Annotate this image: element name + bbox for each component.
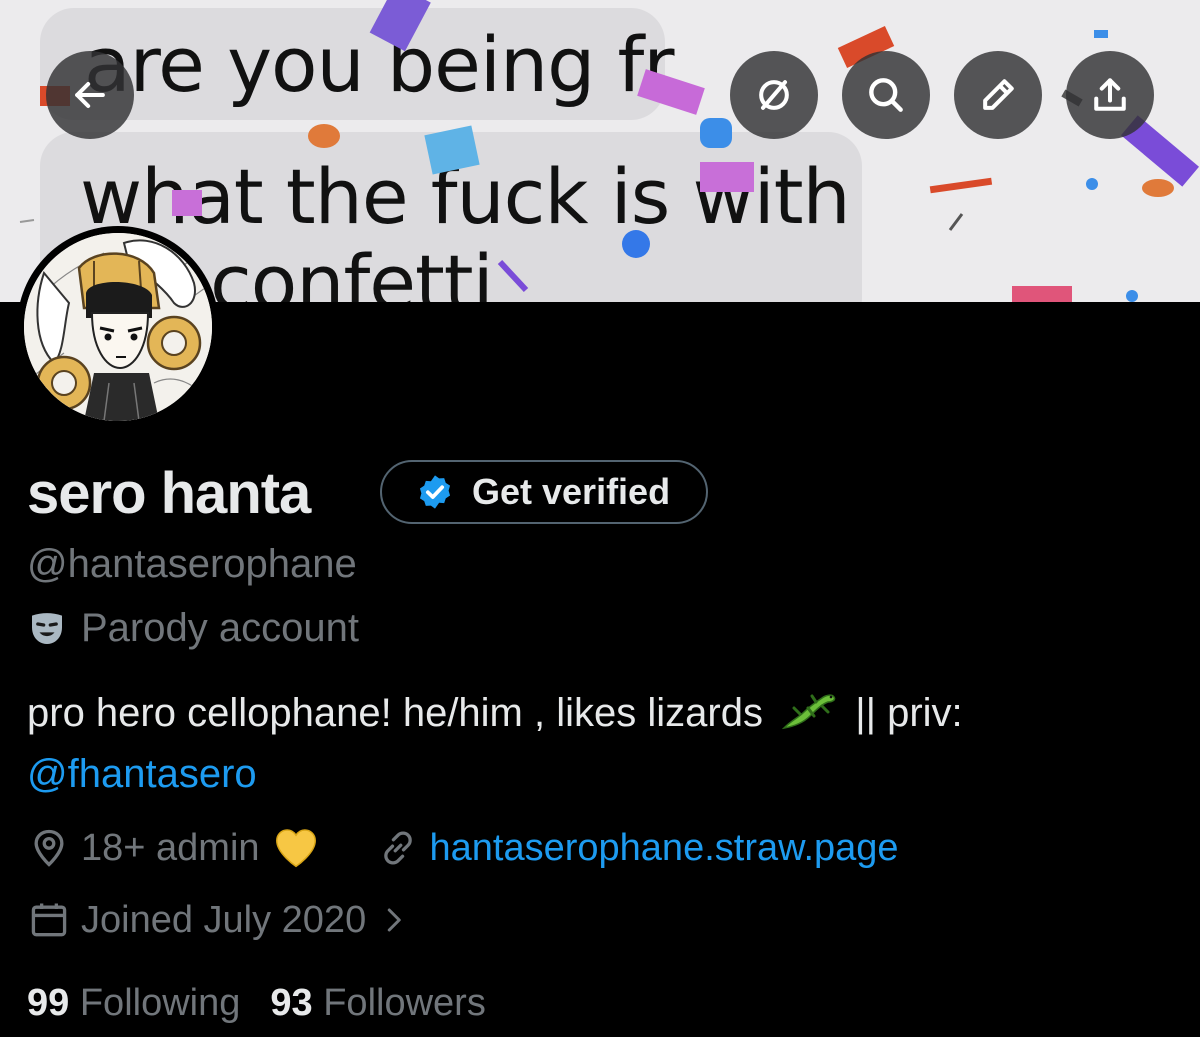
get-verified-label: Get verified [472, 471, 671, 512]
following-count: 99 [27, 982, 70, 1024]
follow-stats: 99 Following 93 Followers [27, 982, 486, 1025]
share-button[interactable] [1066, 51, 1154, 139]
arrow-left-icon [75, 81, 105, 109]
link-chain-icon [383, 831, 412, 865]
followers-link[interactable]: 93 Followers [270, 982, 485, 1024]
bio-mention-link[interactable]: @fhantasero [27, 752, 257, 797]
chevron-right-icon [387, 908, 401, 932]
anime-character-avatar-image [24, 233, 212, 421]
slashed-circle-icon [759, 80, 789, 110]
parody-label: Parody account [27, 606, 359, 651]
joined-date-row[interactable]: Joined July 2020 [27, 898, 408, 942]
bio: pro hero cellophane! he/him , likes liza… [27, 690, 963, 736]
following-link[interactable]: 99 Following [27, 982, 240, 1024]
yellow-heart-emoji-icon [275, 829, 316, 868]
followers-label: Followers [323, 982, 486, 1024]
profile-meta-row: 18+ admin hantaserophane.straw.page [27, 826, 899, 870]
calendar-icon [31, 903, 67, 937]
username-handle: @hantaserophane [27, 542, 357, 586]
pencil-icon [983, 79, 1014, 110]
edit-button[interactable] [954, 51, 1042, 139]
share-upload-icon [1094, 78, 1126, 111]
display-name: sero hanta [27, 461, 311, 526]
joined-text: Joined July 2020 [81, 898, 367, 941]
parody-text: Parody account [81, 606, 359, 650]
get-verified-button[interactable]: Get verified [380, 460, 708, 524]
avatar[interactable] [17, 226, 219, 428]
search-icon [869, 78, 903, 112]
location-text: 18+ admin [81, 826, 260, 869]
bio-suffix: || priv: [855, 691, 963, 735]
back-button[interactable] [46, 51, 134, 139]
grok-button[interactable] [730, 51, 818, 139]
search-button[interactable] [842, 51, 930, 139]
lizard-emoji-icon [781, 694, 836, 730]
followers-count: 93 [270, 982, 313, 1024]
website-link[interactable]: hantaserophane.straw.page [430, 827, 899, 870]
bio-text: pro hero cellophane! he/him , likes liza… [27, 691, 763, 735]
following-label: Following [79, 982, 241, 1024]
location-pin-icon [34, 829, 64, 867]
verified-badge-icon [419, 475, 451, 509]
theater-mask-icon [32, 612, 62, 644]
